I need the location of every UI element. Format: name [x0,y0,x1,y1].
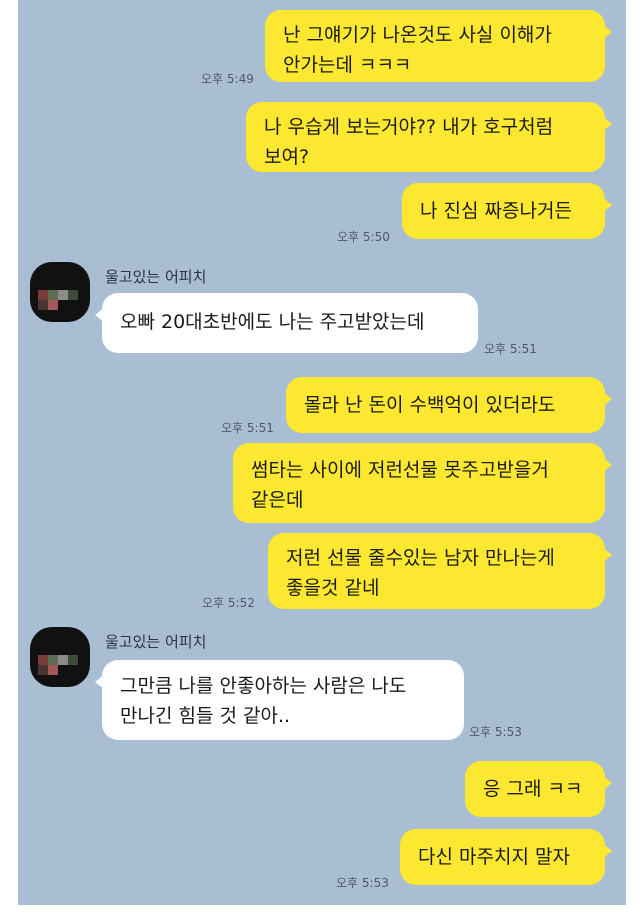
my-message-bubble[interactable]: 나 진심 짜증나거든 [402,183,612,239]
message-time: 오후 5:50 [337,230,390,244]
my-message-bubble[interactable]: 응 그래 ㅋㅋ [465,761,612,817]
sender-avatar[interactable] [30,262,90,322]
my-message-bubble[interactable]: 썸타는 사이에 저런선물 못주고받을거 같은데 [233,443,612,523]
my-message-bubble[interactable]: 난 그얘기가 나온것도 사실 이해가 안가는데 ㅋㅋㅋ [265,10,612,82]
message-time: 오후 5:52 [202,596,255,610]
my-message-bubble[interactable]: 나 우습게 보는거야?? 내가 호구처럼 보여? [246,102,612,172]
message-time: 오후 5:53 [469,725,522,739]
sender-name: 울고있는 어피치 [105,633,207,651]
message-time: 오후 5:51 [484,342,537,356]
message-time: 오후 5:51 [221,421,274,435]
sender-name: 울고있는 어피치 [105,268,207,286]
message-time: 오후 5:53 [336,876,389,890]
their-message-bubble[interactable]: 그만큼 나를 안좋아하는 사람은 나도 만나긴 힘들 것 같아.. [95,660,464,740]
my-message-bubble[interactable]: 몰라 난 돈이 수백억이 있더라도 [286,377,612,433]
message-time: 오후 5:49 [201,72,254,86]
my-message-bubble[interactable]: 저런 선물 줄수있는 남자 만나는게 좋을것 같네 [268,533,612,609]
sender-avatar[interactable] [30,627,90,687]
my-message-bubble[interactable]: 다신 마주치지 말자 [400,829,612,885]
their-message-bubble[interactable]: 오빠 20대초반에도 나는 주고받았는데 [95,293,478,353]
chat-area[interactable]: 난 그얘기가 나온것도 사실 이해가 안가는데 ㅋㅋㅋ 오후 5:49 나 우습… [18,0,626,905]
